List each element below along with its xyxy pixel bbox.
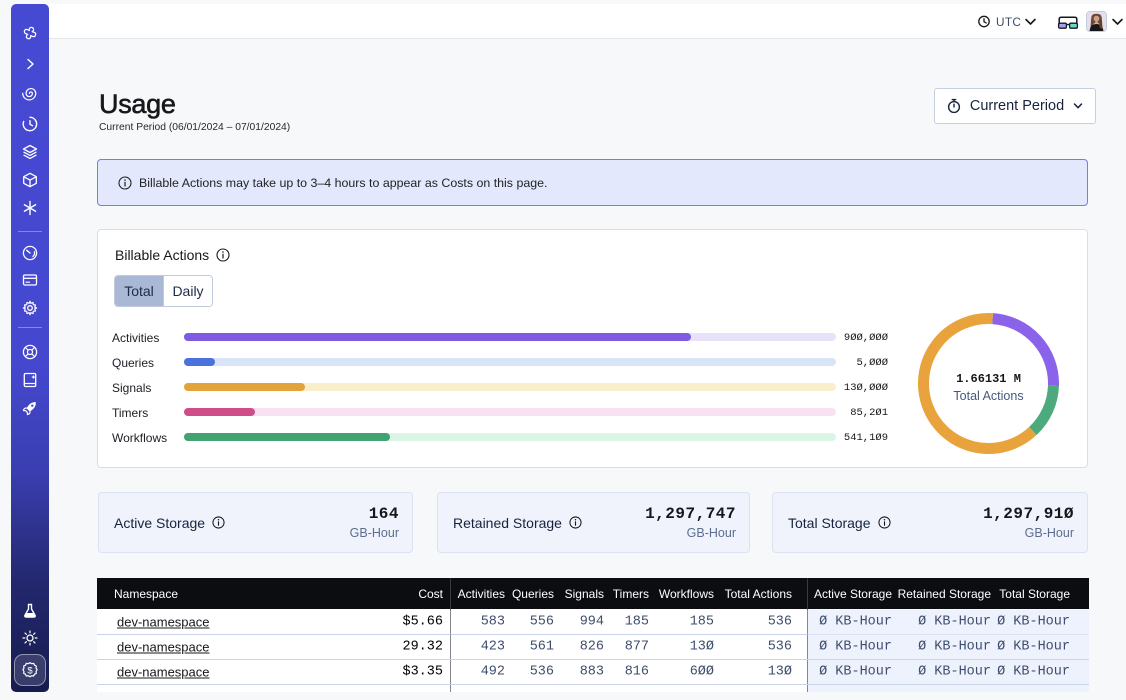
svg-text:$: $ [27,665,33,676]
